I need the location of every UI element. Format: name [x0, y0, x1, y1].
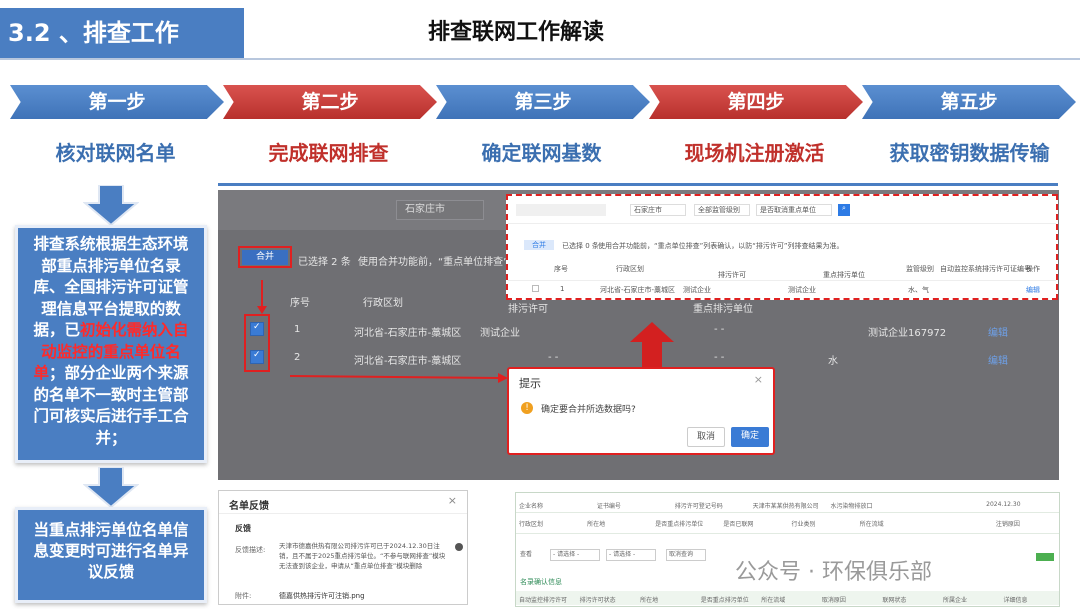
- info-box-feedback: 当重点排污单位名单信息变更时可进行名单异议反馈: [15, 507, 207, 603]
- table-cell: [905, 497, 983, 512]
- feedback-section: 反馈: [235, 524, 251, 533]
- query-button[interactable]: 取消查询: [666, 549, 706, 561]
- status-badge: [1036, 553, 1054, 561]
- table-cell: 所在流域: [859, 521, 884, 528]
- warning-icon: !: [521, 402, 533, 414]
- col-header: 自动监控系统排污许可证编号: [940, 265, 1031, 273]
- filter-select[interactable]: - 请选择 -: [550, 549, 600, 561]
- level-select[interactable]: 全部监管级别: [694, 204, 750, 216]
- table-cell: 是否已联网: [723, 521, 754, 528]
- step-4-name: 现场机注册激活: [684, 141, 825, 165]
- info-text: 当重点排污单位名单信息变更时可进行名单异议反馈: [33, 521, 189, 581]
- feedback-screenshot: 名单反馈 × 反馈 反馈描述: 天津市德嘉供热有限公司排污许可已于2024.12…: [218, 490, 468, 605]
- hint-text: 使用合并功能前，“重点单位排查”列表确认，以防“排污许可”列排查结果为准。: [598, 242, 844, 250]
- gear-icon[interactable]: [455, 543, 463, 551]
- selected-count: 已选择 0 条: [562, 242, 599, 250]
- divider: [0, 58, 1080, 60]
- slide: 3.2 、排查工作 排查联网工作解读 第一步 第二步 第三步 第四步 第五步 核…: [0, 0, 1080, 609]
- table-cell: 行业类别: [791, 521, 816, 528]
- table-row: 自动监控排污许可 排污许可状态 所在地 是否重点排污单位 所在流域 取消原因 联网状态 所属企…: [516, 591, 1059, 605]
- search-icon[interactable]: ⌕: [838, 204, 850, 216]
- col-header: 重点排污单位: [823, 271, 865, 279]
- merge-button[interactable]: 合并: [524, 240, 554, 250]
- col-header: 操作: [1026, 265, 1040, 273]
- divider: [218, 183, 1058, 186]
- table-cell: 所属企业: [942, 597, 967, 604]
- table-cell: 是否重点排污单位: [655, 521, 704, 528]
- feedback-textarea[interactable]: 天津市德嘉供热有限公司排污许可已于2024.12.30日注销，且不属于2025重…: [279, 541, 449, 585]
- table-cell: 是否重点排污单位: [700, 597, 749, 604]
- table-cell: 天津市某某供热有限公司: [752, 503, 819, 510]
- search-input[interactable]: [516, 204, 606, 216]
- attachment-link[interactable]: 德嘉供热排污许可注销.png: [279, 591, 365, 601]
- close-icon[interactable]: ×: [448, 494, 457, 507]
- down-arrow-icon: [83, 467, 139, 507]
- col-header: 监管级别: [906, 265, 934, 273]
- feedback-title: 名单反馈: [229, 501, 269, 512]
- table-cell: 排污许可状态: [579, 597, 616, 604]
- table-cell: 行政区划: [519, 521, 544, 528]
- table-cell: 自动监控排污许可: [519, 597, 568, 604]
- table-row: 行政区划 所在地 是否重点排污单位 是否已联网 行业类别 所在流域 注销原因: [516, 515, 1059, 531]
- step-1-name: 核对联网名单: [55, 141, 176, 165]
- close-icon[interactable]: ×: [754, 373, 763, 386]
- table-cell: 详细信息: [1003, 597, 1028, 604]
- table-cell: 企业名称: [519, 503, 544, 510]
- table-cell: 所在地: [640, 597, 659, 604]
- info-box-merge: 排查系统根据生态环境部重点排污单位名录库、全国排污许可证管理信息平台提取的数据，…: [15, 225, 207, 463]
- table-cell: 所在地: [587, 521, 606, 528]
- section-tab[interactable]: 名录确认信息: [520, 577, 562, 587]
- cell-region: 河北省-石家庄市-藁城区: [600, 286, 676, 294]
- step-5-name: 获取密钥数据传输: [889, 141, 1050, 165]
- info-text: ；部分企业两个来源的名单不一致时主管部门可核实后进行手工合并；: [33, 364, 189, 447]
- down-arrow-icon: [83, 185, 139, 225]
- table-cell: 取消原因: [821, 597, 846, 604]
- filter-select[interactable]: - 请选择 -: [606, 549, 656, 561]
- cell-key-unit: 测试企业: [788, 286, 816, 294]
- cancel-select[interactable]: 是否取消重点单位: [756, 204, 832, 216]
- cell-permit: 测试企业: [683, 286, 711, 294]
- table-cell: 注销原因: [995, 521, 1020, 528]
- step-3-name: 确定联网基数: [481, 141, 602, 165]
- table-cell: 2024.12.30: [986, 501, 1021, 508]
- section-tag: 3.2 、排查工作: [0, 8, 244, 58]
- field-label: 反馈描述:: [235, 546, 266, 554]
- table-cell: 所在流域: [761, 597, 786, 604]
- table-row: 企业名称 证书编号 排污许可登记号码 天津市某某供热有限公司 水污染物排放口 2024.1…: [516, 497, 1059, 513]
- cancel-button[interactable]: 取消: [687, 427, 725, 447]
- row-checkbox[interactable]: [532, 285, 539, 292]
- col-header: 排污许可: [718, 271, 746, 279]
- table-cell: 排污许可登记号码: [674, 503, 723, 510]
- confirm-dialog: 提示 × ! 确定要合并所选数据吗? 取消 确定: [507, 367, 775, 455]
- cell-seq: 1: [560, 285, 565, 293]
- step-3-chevron: 第三步: [436, 85, 650, 119]
- confirm-button[interactable]: 确定: [731, 427, 769, 447]
- step-1-chevron: 第一步: [10, 85, 224, 119]
- col-header: 行政区划: [616, 265, 644, 273]
- city-select[interactable]: 石家庄市: [630, 204, 686, 216]
- up-arrow-icon: [630, 322, 674, 368]
- dialog-title: 提示: [519, 377, 541, 390]
- edit-link[interactable]: 编辑: [1026, 285, 1040, 295]
- watermark: 公众号 · 环保俱乐部: [735, 560, 932, 585]
- cell-level: 水、气: [908, 286, 929, 294]
- table-cell: 联网状态: [882, 597, 907, 604]
- step-5-chevron: 第五步: [862, 85, 1076, 119]
- dialog-message: 确定要合并所选数据吗?: [541, 405, 636, 415]
- list-screenshot: 企业名称 证书编号 排污许可登记号码 天津市某某供热有限公司 水污染物排放口 2024.1…: [515, 492, 1060, 607]
- table-cell: [925, 515, 993, 531]
- col-header: 序号: [554, 265, 568, 273]
- step-4-chevron: 第四步: [649, 85, 863, 119]
- step-2-chevron: 第二步: [223, 85, 437, 119]
- inset-screenshot: 石家庄市 全部监管级别 是否取消重点单位 ⌕ 合并 已选择 0 条 使用合并功能…: [506, 194, 1058, 300]
- page-title: 排查联网工作解读: [428, 20, 605, 45]
- step-2-name: 完成联网排查: [268, 141, 389, 165]
- table-cell: 证书编号: [596, 503, 621, 510]
- table-cell: 水污染物排放口: [830, 503, 873, 510]
- attach-label: 附件:: [235, 592, 252, 600]
